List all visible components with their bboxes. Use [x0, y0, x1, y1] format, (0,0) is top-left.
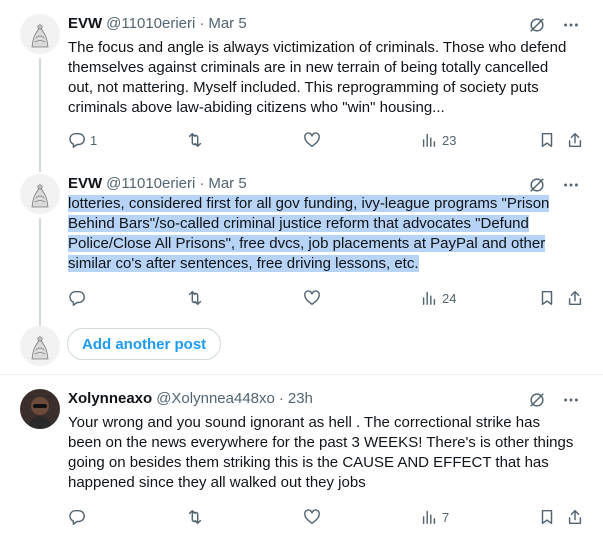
post-3[interactable]: Xolynneaxo @Xolynnea448xo · 23h Your wro… — [0, 375, 603, 539]
bookmark-icon — [541, 509, 553, 525]
reply-icon — [69, 132, 85, 148]
separator-dot: · — [199, 175, 205, 192]
author-name[interactable]: EVW — [68, 14, 102, 34]
more-icon[interactable] — [561, 175, 581, 195]
reply-icon — [69, 509, 85, 525]
thread-line — [39, 218, 41, 330]
views-icon — [422, 133, 436, 148]
bookmark-icon — [541, 290, 553, 306]
post-header: EVW @11010erieri · Mar 5 — [68, 174, 247, 194]
like-button[interactable] — [303, 507, 321, 527]
reply-button[interactable]: 1 — [68, 130, 97, 150]
reply-count: 1 — [90, 132, 98, 148]
like-icon — [304, 509, 320, 525]
post-date[interactable]: 23h — [288, 389, 313, 409]
action-bar: 7 — [68, 507, 588, 527]
grok-icon[interactable] — [527, 390, 547, 410]
bookmark-button[interactable] — [538, 507, 556, 527]
repost-icon — [188, 290, 202, 306]
repost-button[interactable] — [186, 130, 204, 150]
post-1[interactable]: EVW @11010erieri · Mar 5 The focus and a… — [0, 0, 603, 166]
author-handle[interactable]: @11010erieri — [106, 174, 195, 194]
views-count: 23 — [442, 132, 457, 148]
add-another-post-button[interactable]: Add another post — [67, 328, 222, 360]
share-button[interactable] — [566, 288, 584, 308]
post-text: Your wrong and you sound ignorant as hel… — [68, 414, 574, 491]
avatar[interactable] — [20, 174, 60, 214]
like-button[interactable] — [303, 288, 321, 308]
author-handle[interactable]: @11010erieri — [106, 14, 195, 34]
avatar-image — [20, 326, 60, 366]
compose-avatar[interactable] — [20, 326, 60, 366]
author-handle[interactable]: @Xolynnea448xo — [156, 389, 275, 409]
share-button[interactable] — [566, 130, 584, 150]
separator-dot: · — [199, 15, 205, 32]
share-icon — [568, 290, 582, 306]
post-date[interactable]: Mar 5 — [208, 14, 246, 34]
bookmark-button[interactable] — [538, 288, 556, 308]
grok-icon[interactable] — [527, 15, 547, 35]
avatar-image — [20, 389, 60, 429]
reply-button[interactable] — [68, 288, 86, 308]
action-bar: 24 — [68, 288, 588, 308]
avatar-image — [20, 14, 60, 54]
share-icon — [568, 132, 582, 148]
more-icon[interactable] — [561, 15, 581, 35]
author-name[interactable]: EVW — [68, 174, 102, 194]
action-bar: 1 23 — [68, 130, 588, 150]
views-count: 7 — [442, 509, 450, 525]
selected-text: lotteries, considered first for all gov … — [68, 195, 550, 272]
views-count: 24 — [442, 290, 457, 306]
share-icon — [568, 509, 582, 525]
post-date[interactable]: Mar 5 — [208, 174, 246, 194]
repost-icon — [188, 509, 202, 525]
thread-line — [39, 58, 41, 166]
post-text: The focus and angle is always victimizat… — [68, 39, 567, 116]
views-icon — [422, 291, 436, 306]
views-icon — [422, 510, 436, 525]
thread-line — [39, 162, 41, 172]
more-icon[interactable] — [561, 390, 581, 410]
repost-button[interactable] — [186, 288, 204, 308]
like-icon — [304, 290, 320, 306]
avatar[interactable] — [20, 14, 60, 54]
avatar-image — [20, 174, 60, 214]
views-button[interactable]: 23 — [420, 130, 456, 150]
grok-icon[interactable] — [527, 175, 547, 195]
post-text: lotteries, considered first for all gov … — [68, 194, 576, 274]
bookmark-button[interactable] — [538, 130, 556, 150]
post-2[interactable]: EVW @11010erieri · Mar 5 lotteries, cons… — [0, 162, 603, 330]
avatar[interactable] — [20, 389, 60, 429]
bookmark-icon — [541, 132, 553, 148]
like-button[interactable] — [303, 130, 321, 150]
repost-button[interactable] — [186, 507, 204, 527]
post-header: Xolynneaxo @Xolynnea448xo · 23h — [68, 389, 313, 409]
views-button[interactable]: 7 — [420, 507, 449, 527]
views-button[interactable]: 24 — [420, 288, 456, 308]
reply-icon — [69, 290, 85, 306]
reply-button[interactable] — [68, 507, 86, 527]
share-button[interactable] — [566, 507, 584, 527]
author-name[interactable]: Xolynneaxo — [68, 389, 152, 409]
repost-icon — [188, 132, 202, 148]
like-icon — [304, 132, 320, 148]
post-header: EVW @11010erieri · Mar 5 — [68, 14, 247, 34]
separator-dot: · — [278, 390, 284, 407]
